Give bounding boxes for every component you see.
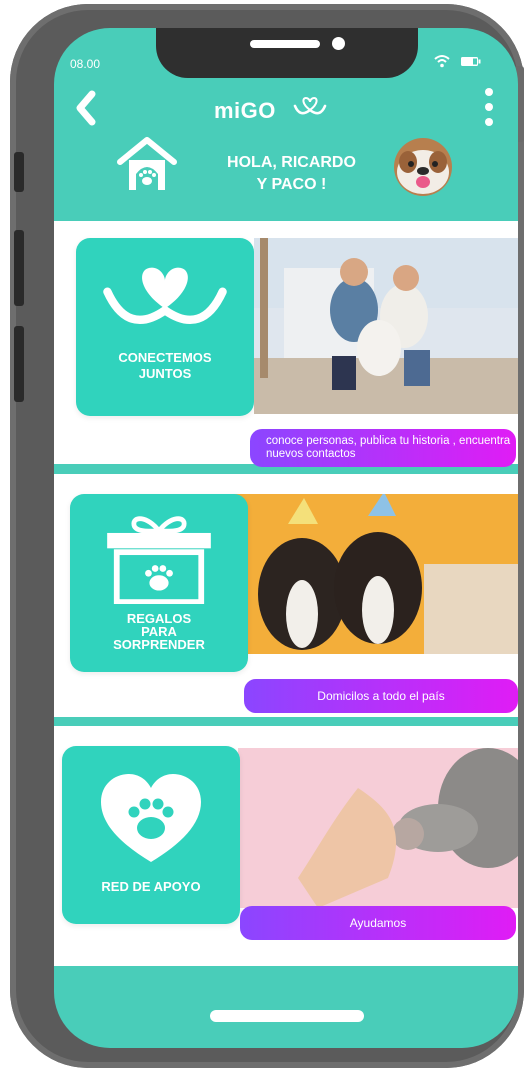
caption-pill[interactable]: conoce personas, publica tu historia , e… <box>250 429 516 467</box>
tile-conectemos-juntos[interactable]: CONECTEMOS JUNTOS <box>76 238 254 416</box>
avatar[interactable] <box>394 138 452 196</box>
dog-house-icon[interactable] <box>116 136 178 194</box>
front-camera <box>332 37 345 50</box>
caption-text: conoce personas, publica tu historia , e… <box>266 435 511 460</box>
card-regalos: REGALOS PARA SORPRENDER Domicilos a todo… <box>54 474 518 717</box>
greeting-line-2: Y PACO ! <box>256 176 327 193</box>
greeting: HOLA, RICARDO Y PACO ! <box>204 152 379 196</box>
notch <box>156 28 418 78</box>
caption-text: Domicilos a todo el país <box>317 689 445 703</box>
status-time: 08.00 <box>70 57 101 71</box>
tile-title-line-1: CONECTEMOS <box>118 350 212 365</box>
speaker <box>250 40 320 48</box>
gift-box-icon <box>107 516 211 604</box>
photo-couple-with-dog <box>254 238 518 414</box>
heart-smile-logo-icon <box>293 96 327 115</box>
tile-title: RED DE APOYO <box>101 879 201 894</box>
phone-frame: 08.00 miGO HOLA, RICARDO Y PACO ! CONECT… <box>10 4 524 1068</box>
greeting-line-1: HOLA, RICARDO <box>227 154 356 171</box>
caption-pill[interactable]: Ayudamos <box>240 906 516 940</box>
tile-red-de-apoyo[interactable]: RED DE APOYO <box>62 746 240 924</box>
wifi-icon <box>434 55 450 68</box>
app-title: miGO <box>214 98 276 123</box>
paw-heart-icon <box>101 774 201 862</box>
card-red-de-apoyo: RED DE APOYO Ayudamos <box>54 726 518 966</box>
tile-title-line-2: JUNTOS <box>138 366 192 381</box>
volume-up-button <box>14 230 24 306</box>
home-indicator[interactable] <box>210 1010 364 1022</box>
photo-party-dogs <box>228 494 518 654</box>
tile-regalos-para-sorprender[interactable]: REGALOS PARA SORPRENDER <box>70 494 248 672</box>
volume-down-button <box>14 326 24 402</box>
caption-pill[interactable]: Domicilos a todo el país <box>244 679 518 713</box>
tile-title-line-3: SORPRENDER <box>113 637 205 652</box>
caption-text: Ayudamos <box>349 916 407 930</box>
back-icon[interactable] <box>72 90 100 126</box>
heart-smile-icon <box>103 267 227 324</box>
photo-hand-and-paw <box>238 748 518 908</box>
mute-switch <box>14 152 24 192</box>
card-conectemos: CONECTEMOS JUNTOS conoce personas, publi… <box>54 221 518 467</box>
menu-icon[interactable] <box>482 86 496 128</box>
battery-icon <box>461 57 481 66</box>
screen: 08.00 miGO HOLA, RICARDO Y PACO ! CONECT… <box>54 28 518 1048</box>
